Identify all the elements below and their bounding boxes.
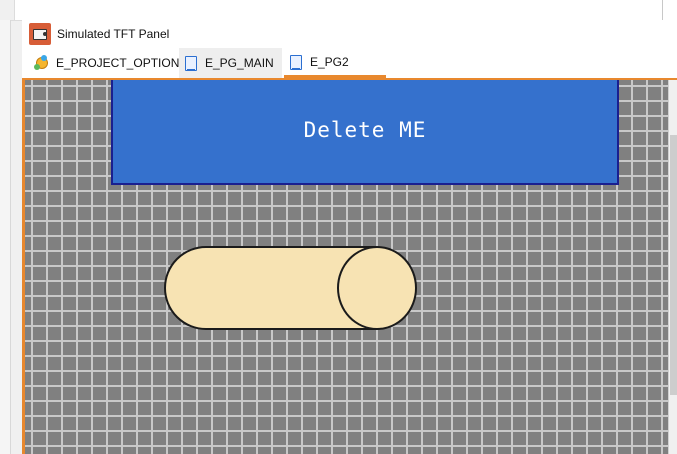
tab-label: E_PG_MAIN — [205, 56, 274, 70]
page-icon — [288, 54, 304, 70]
tft-app-icon — [29, 23, 51, 45]
tab-pg-main[interactable]: E_PG_MAIN — [179, 48, 282, 78]
tab-label: E_PROJECT_OPTIONS — [56, 56, 188, 70]
app-window: Simulated TFT Panel E_PROJECT_OPTIONS E_… — [0, 0, 677, 454]
tab-label: E_PG2 — [310, 54, 349, 69]
top-window-strip — [0, 0, 677, 21]
tft-panel: Simulated TFT Panel E_PROJECT_OPTIONS E_… — [22, 20, 677, 454]
toggle-knob[interactable] — [337, 246, 417, 330]
tab-project-options[interactable]: E_PROJECT_OPTIONS — [30, 48, 187, 78]
toggle-switch[interactable] — [164, 246, 417, 330]
design-canvas-frame: Delete ME — [22, 80, 677, 454]
panel-title: Simulated TFT Panel — [57, 27, 170, 41]
strip-divider — [662, 0, 663, 20]
design-canvas[interactable]: Delete ME — [25, 80, 668, 454]
left-gutter — [0, 20, 11, 454]
delete-me-button[interactable]: Delete ME — [111, 80, 619, 185]
page-tabs: E_PROJECT_OPTIONS E_PG_MAIN E_PG2 — [22, 48, 677, 80]
page-icon — [183, 55, 199, 71]
project-options-icon — [34, 55, 50, 71]
left-edge-tab — [0, 0, 15, 20]
vertical-scrollbar[interactable] — [668, 80, 677, 454]
tab-pg2[interactable]: E_PG2 — [284, 48, 386, 78]
scrollbar-thumb[interactable] — [670, 135, 677, 395]
panel-title-bar: Simulated TFT Panel — [22, 20, 677, 48]
dot-glyph — [43, 32, 47, 36]
delete-me-label: Delete ME — [303, 118, 427, 142]
